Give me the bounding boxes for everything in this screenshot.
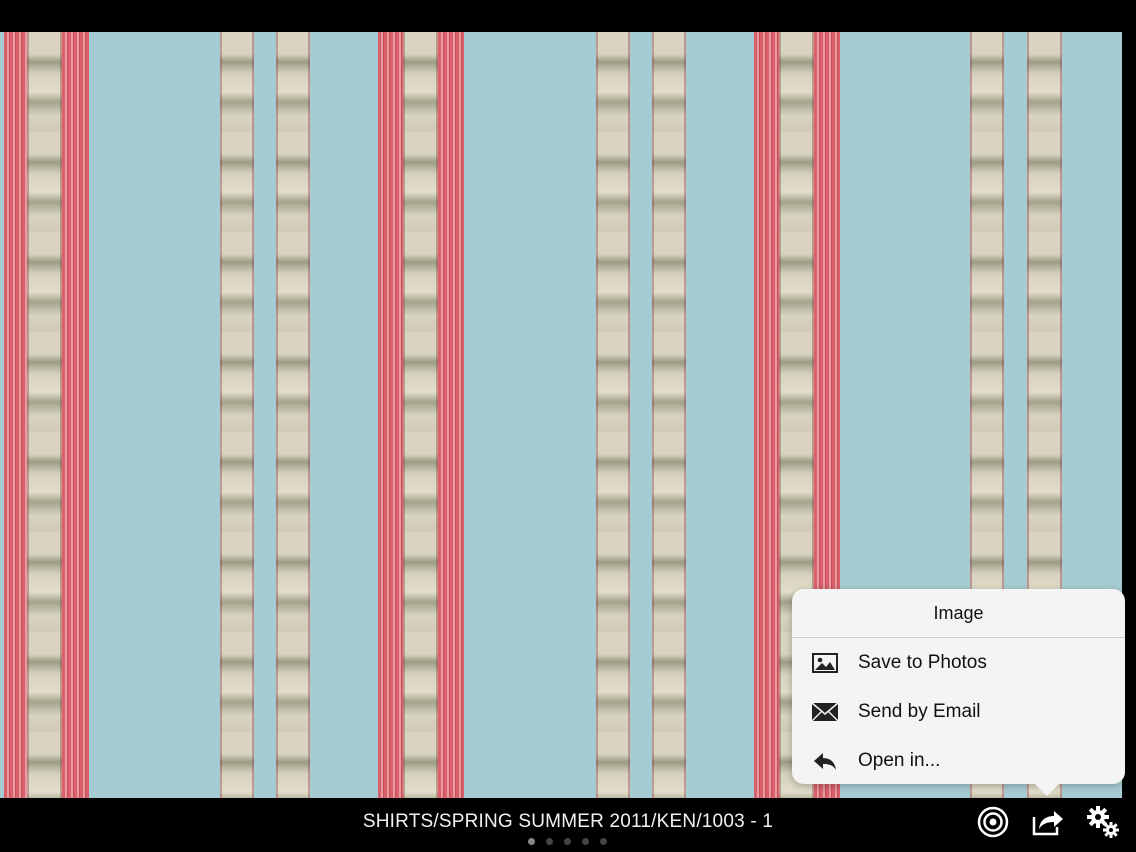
save-to-photos-item[interactable]: Save to Photos xyxy=(792,638,1125,687)
envelope-icon xyxy=(811,701,839,723)
page-dot[interactable] xyxy=(600,838,607,845)
settings-button[interactable] xyxy=(1085,805,1121,844)
popover-arrow xyxy=(1034,783,1060,796)
save-to-photos-label: Save to Photos xyxy=(858,651,987,673)
send-by-email-label: Send by Email xyxy=(858,700,981,722)
share-icon xyxy=(1031,807,1065,842)
open-in-item[interactable]: Open in... xyxy=(792,736,1125,785)
page-dot[interactable] xyxy=(582,838,589,845)
photo-icon xyxy=(811,652,839,674)
popover-title: Image xyxy=(792,589,1125,638)
page-dot[interactable] xyxy=(546,838,553,845)
image-caption: SHIRTS/SPRING SUMMER 2011/KEN/1003 - 1 xyxy=(362,811,774,832)
target-icon xyxy=(977,806,1009,843)
share-popover: Image Save to Photos Send by Email Open … xyxy=(792,589,1125,784)
open-in-label: Open in... xyxy=(858,749,941,771)
page-dot[interactable] xyxy=(528,838,535,845)
share-button[interactable] xyxy=(1030,806,1066,842)
page-dot[interactable] xyxy=(564,838,571,845)
gear-icon xyxy=(1086,805,1120,844)
target-button[interactable] xyxy=(975,806,1011,842)
reply-arrow-icon xyxy=(811,750,839,772)
page-indicator[interactable] xyxy=(528,838,607,845)
send-by-email-item[interactable]: Send by Email xyxy=(792,687,1125,736)
